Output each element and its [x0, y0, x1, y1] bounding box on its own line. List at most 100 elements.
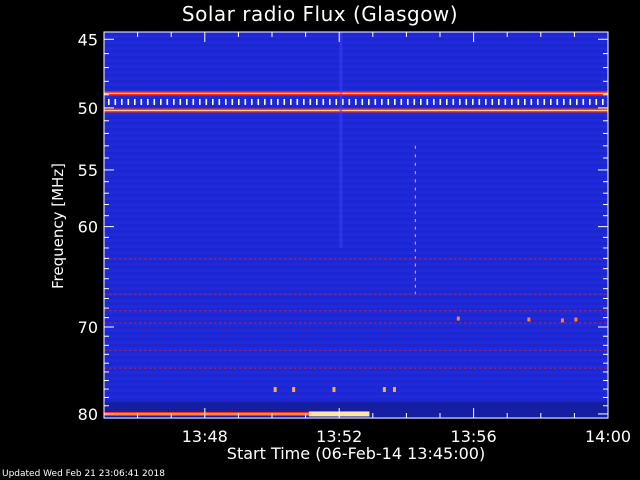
- interference-band-core: [104, 109, 608, 112]
- faint-line-mark: [479, 322, 482, 324]
- faint-line-mark: [539, 310, 542, 312]
- interference-comb-mark: [225, 98, 227, 105]
- faint-line-mark: [484, 367, 487, 369]
- interference-comb-mark: [602, 98, 604, 105]
- faint-line-mark: [514, 349, 517, 352]
- faint-line-mark: [454, 367, 457, 369]
- faint-line-mark: [259, 367, 262, 369]
- faint-line-mark: [384, 310, 387, 312]
- faint-line-mark: [509, 293, 512, 295]
- faint-line-mark: [574, 349, 577, 352]
- faint-line-mark: [354, 310, 357, 312]
- faint-line-mark: [604, 310, 607, 312]
- burst-mark: [414, 263, 416, 267]
- faint-line-mark: [554, 258, 557, 260]
- faint-line-mark: [179, 258, 182, 260]
- faint-line-mark: [229, 310, 232, 312]
- interference-comb-mark: [127, 98, 130, 105]
- faint-line-mark: [169, 349, 172, 352]
- faint-line-mark: [259, 310, 262, 312]
- interference-comb-mark: [472, 98, 474, 105]
- faint-line-mark: [264, 310, 267, 312]
- faint-line-mark: [424, 349, 427, 352]
- burst-mark: [414, 179, 416, 183]
- faint-line-mark: [429, 258, 432, 260]
- faint-line-mark: [344, 349, 347, 352]
- interference-comb-mark: [517, 98, 520, 105]
- heat-row: [104, 44, 608, 47]
- faint-line-mark: [579, 258, 582, 260]
- heat-row: [104, 83, 608, 86]
- faint-line-mark: [169, 322, 172, 324]
- interference-comb-mark: [303, 98, 305, 105]
- faint-line-mark: [114, 293, 117, 295]
- heat-row: [104, 224, 608, 227]
- faint-line-mark: [424, 293, 427, 295]
- heat-row: [104, 326, 608, 329]
- faint-line-mark: [289, 349, 292, 352]
- faint-line-mark: [489, 258, 492, 260]
- faint-line-mark: [439, 367, 442, 369]
- faint-line-mark: [359, 258, 362, 260]
- interference-comb-mark: [413, 98, 416, 105]
- faint-line-mark: [369, 322, 372, 324]
- faint-line-mark: [204, 367, 207, 369]
- y-tick-label: 60: [78, 218, 98, 237]
- faint-line-mark: [219, 293, 222, 295]
- faint-line-mark: [384, 293, 387, 295]
- faint-line-mark: [564, 293, 567, 295]
- faint-line-mark: [129, 322, 132, 324]
- heat-row: [104, 302, 608, 305]
- heat-row: [104, 341, 608, 344]
- faint-line-mark: [559, 322, 562, 324]
- heat-row: [104, 359, 608, 362]
- faint-line-mark: [579, 349, 582, 352]
- heat-row: [104, 146, 608, 149]
- faint-line-mark: [129, 293, 132, 295]
- burst-spot: [332, 387, 336, 393]
- faint-line-mark: [124, 349, 127, 352]
- faint-line-mark: [164, 293, 167, 295]
- faint-line-mark: [419, 310, 422, 312]
- faint-line-mark: [384, 258, 387, 260]
- faint-line-mark: [519, 349, 522, 352]
- faint-line-mark: [174, 310, 177, 312]
- heat-row: [104, 128, 608, 131]
- burst-spot: [273, 387, 277, 393]
- faint-line-mark: [544, 349, 547, 352]
- faint-line-mark: [534, 310, 537, 312]
- faint-line-mark: [334, 322, 337, 324]
- faint-line-mark: [319, 322, 322, 324]
- faint-line-mark: [394, 258, 397, 260]
- faint-line-mark: [239, 258, 242, 260]
- faint-line-mark: [244, 322, 247, 324]
- faint-line-mark: [504, 367, 507, 369]
- interference-comb-mark: [543, 98, 546, 105]
- faint-line-mark: [194, 258, 197, 260]
- heat-row: [104, 329, 608, 332]
- faint-line-mark: [179, 322, 182, 324]
- faint-line-mark: [449, 310, 452, 312]
- faint-line-mark: [314, 310, 317, 312]
- faint-line-mark: [349, 293, 352, 295]
- faint-line-mark: [259, 293, 262, 295]
- faint-line-mark: [384, 322, 387, 324]
- faint-line-mark: [419, 258, 422, 260]
- interference-comb-mark: [179, 98, 182, 105]
- heat-row: [104, 71, 608, 74]
- faint-line-mark: [354, 349, 357, 352]
- faint-line-mark: [109, 258, 112, 260]
- y-tick-label: 80: [78, 405, 98, 424]
- faint-line-mark: [254, 349, 257, 352]
- faint-line-mark: [604, 367, 607, 369]
- faint-line-mark: [209, 310, 212, 312]
- heat-row: [104, 161, 608, 164]
- faint-line-mark: [594, 310, 597, 312]
- faint-line-mark: [584, 367, 587, 369]
- burst-spot: [382, 387, 386, 393]
- interference-comb-mark: [368, 98, 370, 105]
- vertical-streak: [339, 32, 343, 248]
- faint-line-mark: [244, 310, 247, 312]
- faint-line-mark: [289, 258, 292, 260]
- faint-line-mark: [334, 310, 337, 312]
